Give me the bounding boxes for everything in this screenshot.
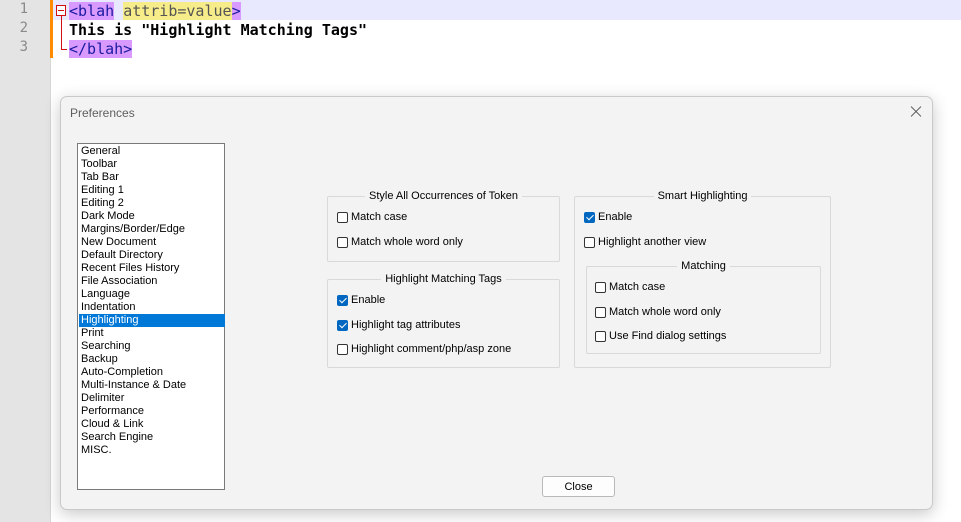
checkbox-label: Match whole word only (609, 306, 721, 318)
category-item[interactable]: Auto-Completion (79, 366, 225, 379)
category-item[interactable]: Print (79, 327, 225, 340)
category-item[interactable]: Delimiter (79, 392, 225, 405)
category-item[interactable]: Editing 2 (79, 197, 225, 210)
category-list[interactable]: General Toolbar Tab Bar Editing 1 Editing 2D… (77, 143, 225, 490)
checkbox-label: Enable (598, 211, 633, 223)
category-item[interactable]: Cloud & Link (79, 418, 225, 431)
highlight-tag-attributes-checkbox[interactable]: Highlight tag attributes (337, 319, 460, 331)
smart-match-whole-word-checkbox[interactable]: Match whole word only (595, 306, 721, 318)
code-line-3: </blah> (69, 39, 133, 59)
checkbox-box[interactable] (595, 306, 606, 318)
highlight-comment-zone-checkbox[interactable]: Highlight comment/php/asp zone (337, 343, 511, 355)
checkbox-box[interactable] (337, 343, 348, 355)
open-tag-bracket: > (231, 2, 241, 20)
group-title: Matching (677, 260, 730, 272)
category-item[interactable]: Search Engine (79, 431, 225, 444)
checkbox-box[interactable] (584, 236, 595, 248)
checkbox-box[interactable] (595, 330, 606, 342)
line-number: 1 (19, 1, 28, 17)
open-tag-name: <blah (69, 2, 115, 20)
checkbox-label: Match whole word only (351, 236, 463, 248)
category-item[interactable]: Default Directory (79, 249, 225, 262)
dialog-title: Preferences (70, 106, 135, 120)
close-icon[interactable] (907, 103, 925, 121)
highlight-another-view-checkbox[interactable]: Highlight another view (584, 236, 706, 248)
category-item[interactable]: Indentation (79, 301, 225, 314)
checkbox-box[interactable] (595, 281, 606, 293)
matching-tags-enable-checkbox[interactable]: Enable (337, 294, 385, 306)
code-line-2: This is "Highlight Matching Tags" (69, 21, 368, 39)
checkbox-label: Highlight tag attributes (351, 319, 461, 331)
group-title: Smart Highlighting (653, 190, 752, 202)
category-item[interactable]: Searching (79, 340, 225, 353)
code-line-1: <blah attrib=value> (69, 1, 241, 21)
smart-highlighting-enable-checkbox[interactable]: Enable (584, 211, 632, 223)
checkbox-label: Match case (351, 211, 408, 223)
line-number: 3 (19, 39, 28, 55)
checkbox-label: Use Find dialog settings (609, 330, 727, 342)
category-item[interactable]: New Document (79, 236, 225, 249)
line-number: 2 (19, 20, 28, 36)
style-all-occurrences-group: Style All Occurrences of Token (327, 190, 560, 262)
fold-end-marker (61, 49, 67, 50)
category-item[interactable]: Tab Bar (79, 171, 225, 184)
group-title: Style All Occurrences of Token (365, 190, 522, 202)
category-item[interactable]: Language (79, 288, 225, 301)
checkbox-box[interactable] (337, 294, 348, 306)
category-item[interactable]: Recent Files History (79, 262, 225, 275)
close-button[interactable]: Close (542, 476, 615, 497)
line-number-gutter: 1 2 3 (0, 0, 51, 522)
category-item[interactable]: File Association (79, 275, 225, 288)
category-item[interactable]: MISC. (79, 444, 225, 457)
checkbox-label: Match case (609, 281, 666, 293)
smart-match-case-checkbox[interactable]: Match case (595, 281, 665, 293)
checkbox-label: Highlight comment/php/asp zone (351, 343, 512, 355)
use-find-dialog-settings-checkbox[interactable]: Use Find dialog settings (595, 330, 726, 342)
category-item[interactable]: Editing 1 (79, 184, 225, 197)
category-item[interactable]: Highlighting (79, 314, 225, 327)
checkbox-box[interactable] (337, 236, 348, 248)
group-title: Highlight Matching Tags (381, 273, 506, 285)
category-item[interactable]: General (79, 145, 225, 158)
checkbox-box[interactable] (337, 211, 348, 223)
checkbox-label: Highlight another view (598, 236, 707, 248)
category-item[interactable]: Toolbar (79, 158, 225, 171)
preferences-dialog: Preferences General Toolbar Tab Bar Editing… (60, 96, 933, 510)
category-item[interactable]: Multi-Instance & Date (79, 379, 225, 392)
fold-collapse-icon[interactable] (56, 5, 66, 16)
category-item[interactable]: Performance (79, 405, 225, 418)
style-all-match-whole-word-checkbox[interactable]: Match whole word only (337, 236, 463, 248)
fold-guide-line (61, 16, 62, 50)
tag-attribute: attrib=value (123, 2, 232, 20)
close-tag: </blah> (69, 40, 133, 58)
category-item[interactable]: Margins/Border/Edge (79, 223, 225, 236)
style-all-match-case-checkbox[interactable]: Match case (337, 211, 407, 223)
checkbox-box[interactable] (584, 211, 595, 223)
category-item[interactable]: Dark Mode (79, 210, 225, 223)
checkbox-box[interactable] (337, 319, 348, 331)
category-item[interactable]: Backup (79, 353, 225, 366)
checkbox-label: Enable (351, 294, 386, 306)
